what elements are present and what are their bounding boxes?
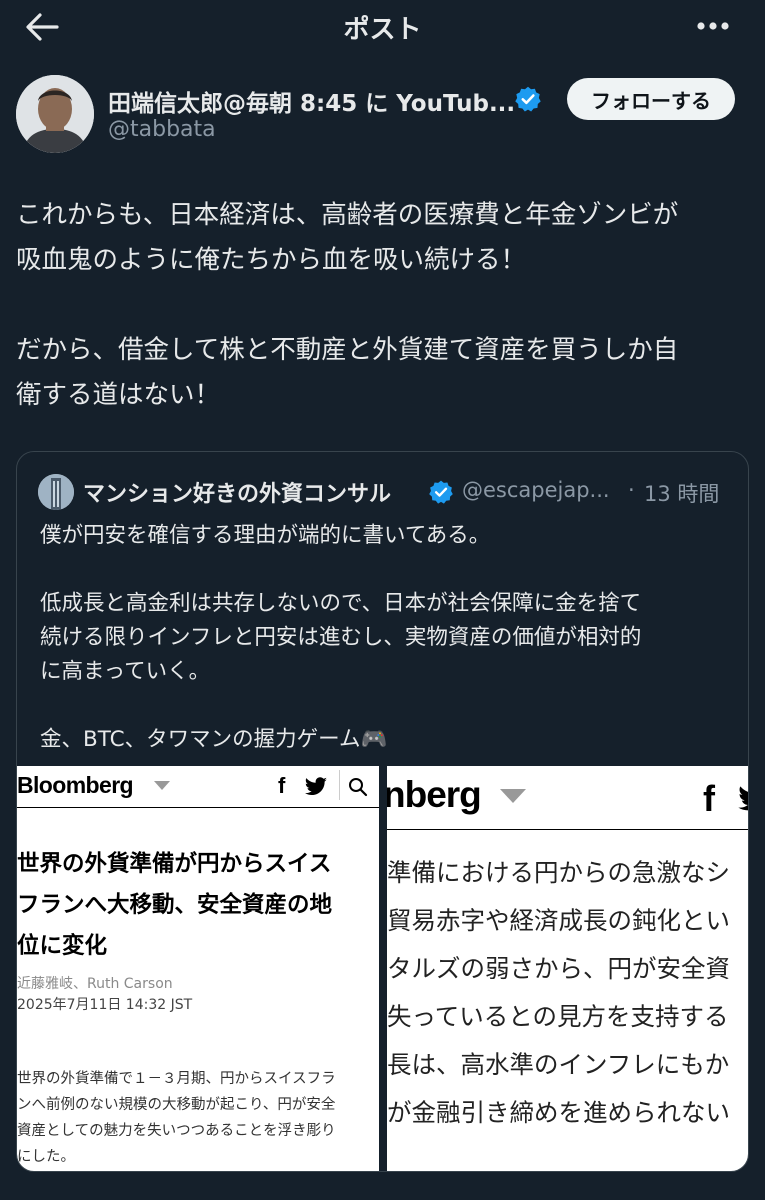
attached-image-2[interactable]: nberg f 準備における円からの急激なシ 貿易赤字や経済成長の鈍化とい タル… [387,766,748,1171]
author-name[interactable]: 田端信太郎@毎朝 8:45 に YouTub... [108,84,515,118]
post-line: 衛する道はない！ [16,380,221,410]
quote-timestamp[interactable]: 13 時間 [644,478,719,508]
post-text: これからも、日本経済は、高齢者の医療費と年金ゾンビが 吸血鬼のように俺たちから血… [16,193,751,418]
quote-line: に高まっていく。 [40,659,211,684]
body-line: 失っているとの見方を支持する [387,1002,729,1031]
facebook-icon: f [703,778,715,819]
headline-line: フランへ大移動、安全資産の地 [17,892,333,918]
follow-button[interactable]: フォローする [567,78,735,120]
verified-badge-icon [429,480,453,504]
search-icon [349,778,368,797]
bloomberg-logo: Bloomberg [17,772,134,798]
author-row: 田端信太郎@毎朝 8:45 に YouTub... @tabbata フォローす… [16,75,749,155]
body-line: 長は、高水準のインフレにもか [387,1050,730,1079]
post-line: だから、借金して株と不動産と外貨建て資産を買うしか自 [16,335,679,365]
body-line: ンへ前例のない規模の大移動が起こり、円が安全 [17,1097,336,1113]
article-body-zoomed: 準備における円からの急激なシ 貿易赤字や経済成長の鈍化とい タルズの弱さから、円… [387,849,748,1137]
quote-line: 低成長と高金利は共存しないので、日本が社会保障に金を捨て [40,591,642,616]
headline-line: 世界の外貨準備が円からスイス [17,851,332,877]
article-body: 世界の外貨準備で１－３月期、円からスイスフラ ンへ前例のない規模の大移動が起こり… [17,1066,379,1170]
quote-separator: · [628,478,635,502]
headline-line: 位に変化 [17,933,108,959]
quote-line: 金、BTC、タワマンの握力ゲーム🎮 [40,727,388,752]
facebook-icon: f [278,773,286,798]
attached-image-1[interactable]: Bloomberg f 世界の外貨準備が円からスイス フランへ大移動、安全資産の… [17,766,379,1171]
body-line: が金融引き締めを進められない [387,1098,730,1127]
building-avatar-icon [38,474,74,510]
quoted-post-card[interactable]: マンション好きの外資コンサル @escapejap... · 13 時間 僕が円… [16,451,749,1172]
quote-line: 続ける限りインフレと円安は進むし、実物資産の価値が相対的 [40,625,642,650]
verified-badge-icon [515,86,541,112]
article-date: 2025年7月11日 14:32 JST [17,997,193,1013]
author-handle[interactable]: @tabbata [108,117,216,142]
article-byline: 近藤雅岐、Ruth Carson [17,976,173,992]
article-headline: 世界の外貨準備が円からスイス フランへ大移動、安全資産の地 位に変化 [17,844,373,967]
avatar-photo [16,75,94,153]
divider [339,770,340,800]
body-line: 世界の外貨準備で１－３月期、円からスイスフラ [17,1071,336,1087]
post-line: 吸血鬼のように俺たちから血を吸い続ける！ [16,245,527,275]
top-bar: ポスト [0,0,765,56]
twitter-bird-icon [738,786,748,811]
quote-author-handle[interactable]: @escapejap... [462,478,610,502]
body-line: 準備における円からの急激なシ [387,858,730,887]
bloomberg-logo: nberg [387,774,482,815]
body-line: にした。 [17,1149,75,1165]
quote-author-name[interactable]: マンション好きの外資コンサル [83,476,391,508]
caret-down-icon [154,781,170,790]
more-horizontal-icon [697,22,729,30]
quote-line: 僕が円安を確信する理由が端的に書いてある。 [40,523,491,548]
more-button[interactable] [693,14,733,38]
caret-down-icon [500,789,526,803]
body-line: 貿易赤字や経済成長の鈍化とい [387,906,730,935]
body-line: 資産としての魅力を失いつつあることを浮き彫り [17,1123,336,1139]
divider [387,829,748,830]
post-line: これからも、日本経済は、高齢者の医療費と年金ゾンビが [16,200,679,230]
twitter-bird-icon [304,777,327,795]
divider [17,807,379,808]
avatar[interactable] [16,75,94,153]
quote-avatar[interactable] [38,474,74,510]
page-title: ポスト [343,15,422,45]
body-line: タルズの弱さから、円が安全資 [387,954,730,983]
quote-text: 僕が円安を確信する理由が端的に書いてある。 低成長と高金利は共存しないので、日本… [40,519,740,757]
